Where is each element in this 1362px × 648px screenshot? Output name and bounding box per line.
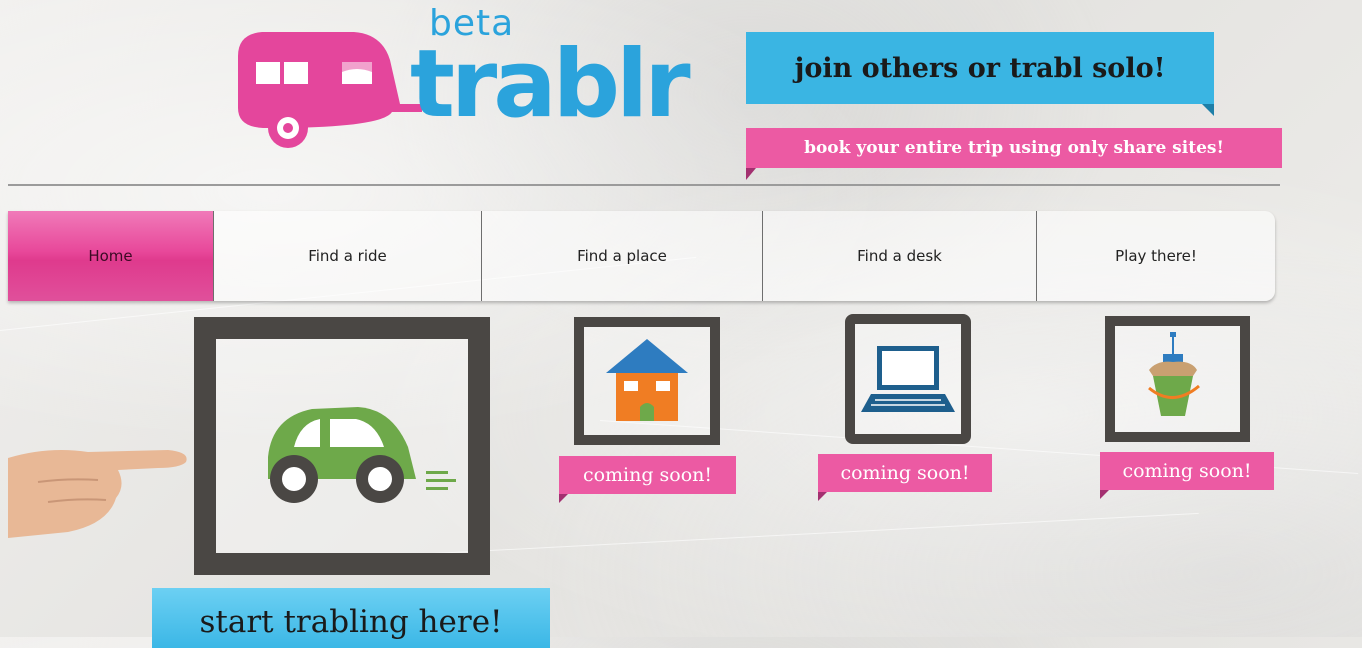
nav-play-there-label: Play there! bbox=[1115, 247, 1197, 265]
nav-find-a-ride-label: Find a ride bbox=[308, 247, 387, 265]
nav-find-a-place[interactable]: Find a place bbox=[481, 211, 762, 301]
camper-trailer-icon bbox=[238, 32, 422, 148]
nav-find-a-place-label: Find a place bbox=[577, 247, 667, 265]
nav-find-a-desk-label: Find a desk bbox=[857, 247, 942, 265]
coming-soon-tag-place: coming soon! bbox=[559, 456, 736, 503]
tagline-banner: join others or trabl solo! bbox=[746, 32, 1214, 116]
start-trabling-label: start trabling here! bbox=[199, 604, 503, 640]
header-divider bbox=[8, 184, 1280, 186]
coming-soon-tag-play: coming soon! bbox=[1100, 452, 1274, 499]
subtagline-banner: book your entire trip using only share s… bbox=[746, 128, 1282, 180]
play-there-tile[interactable] bbox=[1105, 316, 1250, 442]
find-a-desk-tile[interactable] bbox=[845, 314, 971, 444]
house-icon bbox=[606, 339, 688, 421]
subtagline-text: book your entire trip using only share s… bbox=[804, 138, 1224, 158]
find-a-ride-tile[interactable] bbox=[194, 317, 490, 575]
find-a-place-tile[interactable] bbox=[574, 317, 720, 445]
nav-home-label: Home bbox=[88, 247, 133, 265]
car-icon bbox=[268, 407, 456, 503]
coming-soon-play-label: coming soon! bbox=[1122, 460, 1252, 482]
sandcastle-bucket-icon bbox=[1148, 332, 1200, 416]
nav-find-a-ride[interactable]: Find a ride bbox=[213, 211, 481, 301]
coming-soon-tag-desk: coming soon! bbox=[818, 454, 992, 501]
coming-soon-desk-label: coming soon! bbox=[840, 462, 970, 484]
start-trabling-button[interactable]: start trabling here! bbox=[152, 588, 550, 648]
coming-soon-place-label: coming soon! bbox=[582, 464, 713, 486]
logo-wordmark: trablr bbox=[410, 30, 691, 139]
main-nav: Home Find a ride Find a place Find a des… bbox=[8, 211, 1275, 301]
tagline-text: join others or trabl solo! bbox=[794, 52, 1166, 84]
nav-play-there[interactable]: Play there! bbox=[1036, 211, 1275, 301]
nav-home[interactable]: Home bbox=[8, 211, 213, 301]
nav-find-a-desk[interactable]: Find a desk bbox=[762, 211, 1036, 301]
laptop-icon bbox=[861, 346, 955, 412]
pointing-hand-image bbox=[8, 450, 187, 538]
trablr-logo[interactable]: beta trablr bbox=[232, 6, 691, 148]
